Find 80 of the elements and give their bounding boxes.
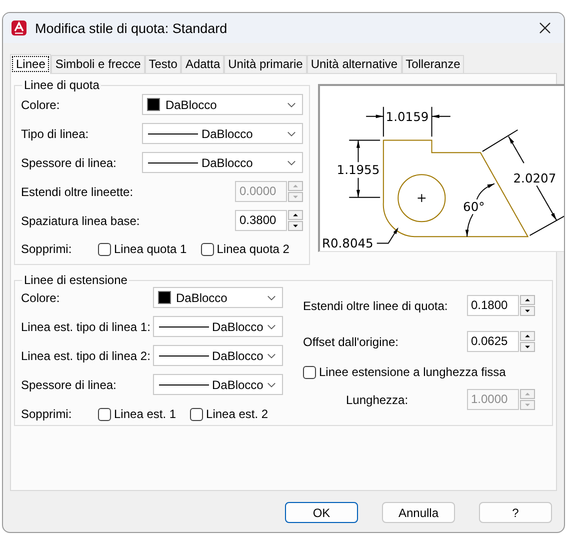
dropdown-value: DaBlocco (201, 156, 254, 170)
field-label: Linea est. tipo di linea 1: (21, 320, 152, 334)
dropdown-value: DaBlocco (212, 320, 264, 334)
tab[interactable]: Adatta (181, 55, 224, 73)
checkbox-label: Linea est. 1 (114, 407, 176, 421)
window-title: Modifica stile di quota: Standard (35, 20, 228, 36)
color-dropdown[interactable]: DaBlocco (142, 94, 304, 115)
checkbox[interactable] (98, 242, 111, 256)
hole-circle (398, 174, 446, 222)
dimension-text: R0.8045 (322, 236, 374, 250)
line-sample-icon (158, 382, 210, 386)
field-label: Linea est. tipo di linea 2: (21, 348, 152, 362)
checkbox[interactable] (303, 366, 316, 378)
field-label: Spessore di linea: (21, 156, 118, 170)
linetype-dropdown[interactable]: DaBlocco (153, 374, 283, 395)
chevron-down-icon (267, 382, 276, 388)
tab[interactable]: Tolleranze (402, 55, 464, 73)
dialog-button[interactable]: ? (479, 502, 552, 523)
chevron-down-icon (267, 352, 276, 358)
checkbox-label: Linea quota 1 (114, 242, 187, 256)
dimension-text: 1.0159 (386, 110, 430, 124)
spin-buttons[interactable] (520, 331, 535, 352)
group-title: Linee di quota (23, 78, 100, 92)
close-icon[interactable] (539, 22, 551, 34)
field-label: Estendi oltre linee di quota: (303, 298, 448, 312)
linetype-dropdown[interactable]: DaBlocco (142, 152, 304, 173)
dialog-button[interactable]: OK (285, 502, 358, 523)
tab[interactable]: Linee (10, 54, 52, 74)
chevron-down-icon (287, 160, 296, 166)
chevron-down-icon (267, 324, 276, 330)
spin-buttons[interactable] (288, 210, 304, 231)
tab[interactable]: Simboli e frecce (51, 55, 145, 73)
linetype-dropdown[interactable]: DaBlocco (153, 316, 283, 337)
number-field[interactable]: 0.1800 (467, 295, 519, 316)
dropdown-value: DaBlocco (176, 290, 228, 304)
field-label: Spaziatura linea base: (21, 214, 140, 228)
dropdown-value: DaBlocco (212, 348, 264, 362)
tab[interactable]: Testo (144, 55, 182, 73)
dropdown-value: DaBlocco (165, 98, 218, 112)
center-mark-icon (418, 194, 427, 203)
dialog-button[interactable]: Annulla (382, 502, 455, 523)
color-dropdown[interactable]: DaBlocco (153, 287, 283, 308)
checkbox[interactable] (190, 408, 204, 420)
line-sample-icon (158, 324, 210, 328)
checkbox[interactable] (200, 242, 214, 256)
linetype-dropdown[interactable]: DaBlocco (153, 345, 283, 366)
field-label: Tipo di linea: (21, 126, 90, 140)
field-label: Sopprimi: (21, 242, 73, 256)
chevron-down-icon (267, 294, 276, 300)
number-field[interactable]: 0.3800 (235, 210, 288, 231)
dimension-text: 1.1955 (337, 162, 380, 177)
tab[interactable]: Unità alternative (306, 55, 402, 73)
line-sample-icon (158, 354, 210, 358)
app-logo-icon (11, 20, 27, 36)
field-label: Lunghezza: (346, 392, 408, 406)
field-label: Estendi oltre lineette: (21, 184, 134, 198)
number-field[interactable]: 0.0625 (467, 331, 519, 352)
field-label: Colore: (21, 98, 61, 112)
dropdown-value: DaBlocco (212, 378, 264, 392)
chevron-down-icon (287, 130, 296, 136)
field-label: Colore: (21, 290, 61, 304)
checkbox-label: Linee estensione a lunghezza fissa (319, 365, 506, 379)
line-sample-icon (147, 132, 200, 136)
field-label: Sopprimi: (21, 407, 73, 421)
chevron-down-icon (287, 102, 296, 108)
dropdown-value: DaBlocco (201, 126, 254, 140)
checkbox-label: Linea est. 2 (206, 407, 268, 421)
linetype-dropdown[interactable]: DaBlocco (142, 123, 304, 144)
field-label: Offset dall'origine: (303, 334, 398, 348)
line-sample-icon (147, 160, 200, 164)
group-title: Linee di estensione (23, 273, 128, 287)
tab[interactable]: Unità primarie (224, 55, 307, 73)
dimension-text: 2.0207 (514, 172, 557, 186)
field-label: Spessore di linea: (21, 378, 118, 392)
radius-leader-drawing (376, 227, 399, 244)
spin-buttons[interactable] (520, 295, 535, 316)
dimension-text: 60° (464, 200, 486, 214)
checkbox[interactable] (98, 408, 111, 420)
angle-dimension-drawing (466, 183, 496, 238)
checkbox-label: Linea quota 2 (216, 242, 290, 256)
